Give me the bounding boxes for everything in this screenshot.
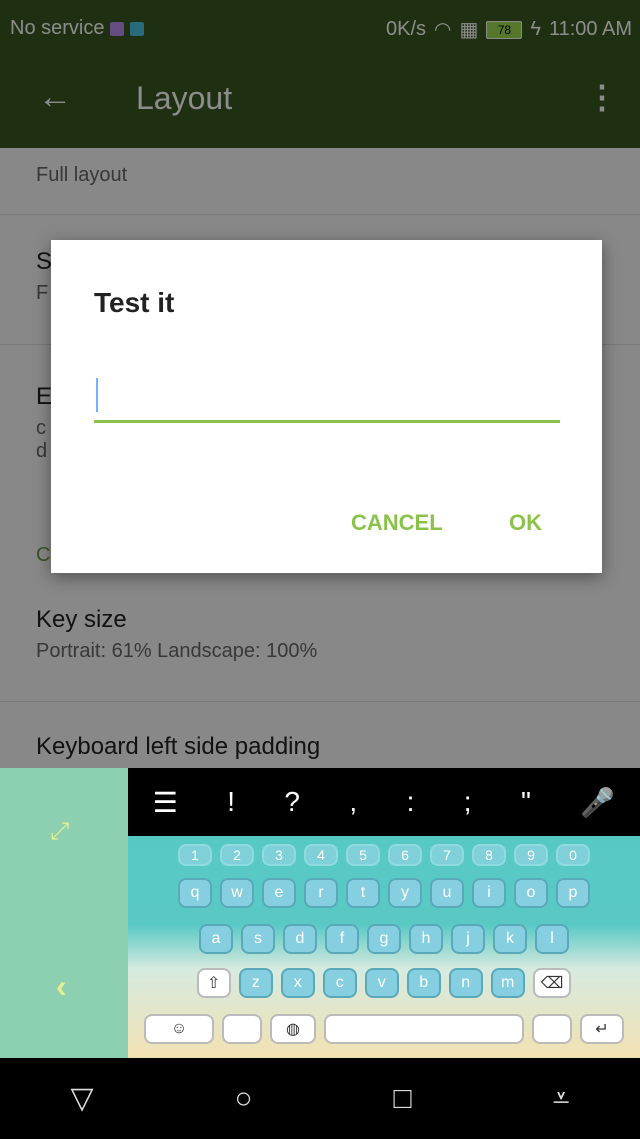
comma-key[interactable] (222, 1014, 262, 1044)
key[interactable]: u (430, 878, 464, 908)
space-key[interactable] (324, 1014, 524, 1044)
number-row: 1 2 3 4 5 6 7 8 9 0 (128, 844, 640, 866)
key-row-1: q w e r t y u i o p (128, 878, 640, 908)
menu-down-icon[interactable]: ⩡ (553, 1082, 570, 1116)
key[interactable]: 7 (430, 844, 464, 866)
recents-square-icon[interactable]: □ (394, 1082, 412, 1116)
key[interactable]: y (388, 878, 422, 908)
key[interactable]: c (322, 968, 357, 998)
key[interactable]: g (367, 924, 401, 954)
dialog-title: Test it (94, 287, 175, 318)
key[interactable]: p (556, 878, 590, 908)
emoji-key[interactable]: ☺ (144, 1014, 214, 1044)
key[interactable]: j (451, 924, 485, 954)
symbol-key[interactable]: " (521, 786, 531, 818)
key[interactable]: l (535, 924, 569, 954)
period-key[interactable] (532, 1014, 572, 1044)
key[interactable]: 3 (262, 844, 296, 866)
key[interactable]: 9 (514, 844, 548, 866)
key[interactable]: z (238, 968, 273, 998)
symbol-key[interactable]: ! (227, 786, 235, 818)
key[interactable]: t (346, 878, 380, 908)
key[interactable]: 0 (556, 844, 590, 866)
key[interactable]: o (514, 878, 548, 908)
backspace-key[interactable]: ⌫ (532, 968, 572, 998)
key[interactable]: e (262, 878, 296, 908)
key-row-2: a s d f g h j k l (128, 924, 640, 954)
key[interactable]: 6 (388, 844, 422, 866)
key[interactable]: k (493, 924, 527, 954)
menu-icon[interactable]: ☰ (153, 786, 178, 819)
symbol-key[interactable]: ; (464, 786, 472, 818)
key[interactable]: 5 (346, 844, 380, 866)
key[interactable]: h (409, 924, 443, 954)
key[interactable]: s (241, 924, 275, 954)
enter-key[interactable]: ↵ (580, 1014, 624, 1044)
chevron-left-icon[interactable]: ‹ (56, 968, 67, 1005)
key[interactable]: v (364, 968, 399, 998)
key[interactable]: 8 (472, 844, 506, 866)
key[interactable]: a (199, 924, 233, 954)
text-caret (96, 378, 98, 412)
ok-button[interactable]: OK (509, 510, 542, 536)
key[interactable]: i (472, 878, 506, 908)
key[interactable]: b (406, 968, 441, 998)
key[interactable]: 1 (178, 844, 212, 866)
key[interactable]: w (220, 878, 254, 908)
key[interactable]: r (304, 878, 338, 908)
symbol-key[interactable]: : (407, 786, 415, 818)
key[interactable]: f (325, 924, 359, 954)
key-row-3: ⇧ z x c v b n m ⌫ (128, 968, 640, 998)
key[interactable]: 2 (220, 844, 254, 866)
keyboard: ⤢ ‹ ☰ ! ? , : ; " 🎤 1 2 3 4 5 6 7 8 9 0 … (0, 768, 640, 1058)
key[interactable]: q (178, 878, 212, 908)
key[interactable]: n (448, 968, 483, 998)
navigation-bar: ▽ ○ □ ⩡ (0, 1058, 640, 1139)
back-triangle-icon[interactable]: ▽ (70, 1081, 93, 1116)
keyboard-side-panel: ⤢ ‹ (0, 768, 128, 1058)
globe-icon[interactable]: ◍ (270, 1014, 316, 1044)
key[interactable]: d (283, 924, 317, 954)
keyboard-keys: 1 2 3 4 5 6 7 8 9 0 q w e r t y u i o p … (128, 836, 640, 1058)
home-circle-icon[interactable]: ○ (234, 1082, 252, 1116)
test-dialog: Test it CANCEL OK (51, 240, 602, 573)
microphone-icon[interactable]: 🎤 (580, 786, 615, 819)
key-row-4: ☺ ◍ ↵ (128, 1014, 640, 1044)
symbol-key[interactable]: , (349, 786, 357, 818)
symbol-key[interactable]: ? (284, 786, 300, 818)
key[interactable]: x (280, 968, 315, 998)
cancel-button[interactable]: CANCEL (351, 510, 443, 536)
keyboard-top-bar: ☰ ! ? , : ; " 🎤 (128, 768, 640, 836)
key[interactable]: m (490, 968, 525, 998)
shift-key[interactable]: ⇧ (196, 968, 231, 998)
key[interactable]: 4 (304, 844, 338, 866)
test-input[interactable] (94, 370, 560, 423)
expand-icon[interactable]: ⤢ (50, 818, 69, 846)
